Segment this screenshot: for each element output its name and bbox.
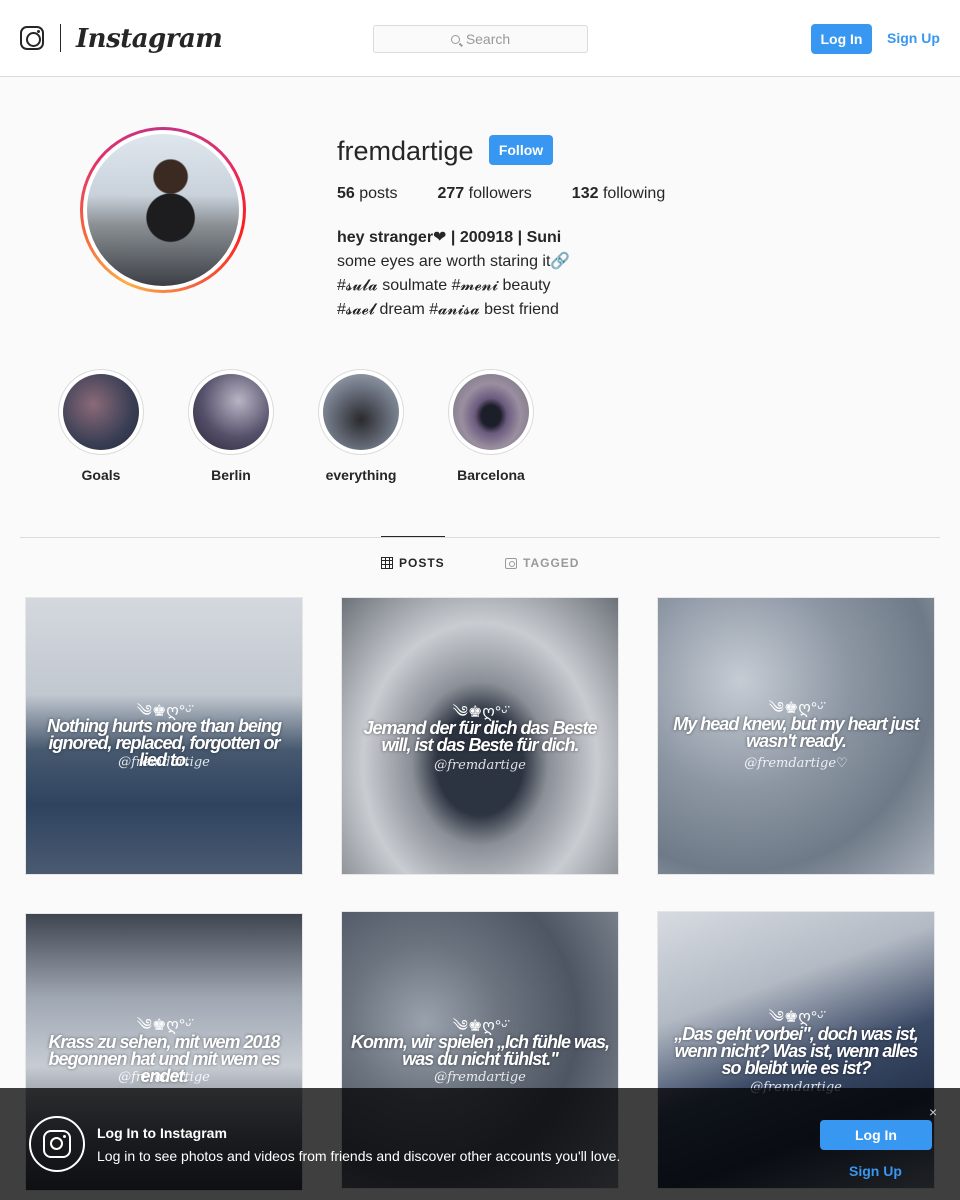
stat-followers[interactable]: 277 followers xyxy=(438,185,532,203)
highlight-label: Barcelona xyxy=(457,467,525,483)
highlight-everything[interactable]: everything xyxy=(318,369,404,483)
stat-following-label: following xyxy=(602,185,666,202)
active-tab-indicator xyxy=(381,536,445,537)
highlight-image xyxy=(453,374,529,450)
post-quote: Komm, wir spielen „Ich fühle was, was du… xyxy=(350,1032,610,1069)
highlight-label: everything xyxy=(325,467,397,483)
search-icon xyxy=(450,34,460,44)
profile-avatar-ring[interactable] xyxy=(80,127,246,293)
highlight-ring xyxy=(318,369,404,455)
tab-tagged-label: TAGGED xyxy=(523,556,580,570)
post-handle: @fremdartige xyxy=(118,1070,210,1085)
nav-divider xyxy=(60,24,61,52)
highlight-barcelona[interactable]: Barcelona xyxy=(448,369,534,483)
post-quote: „Das geht vorbei", doch was ist, wenn ni… xyxy=(674,1024,919,1078)
highlight-ring xyxy=(448,369,534,455)
top-nav: Instagram Search Log In Sign Up xyxy=(0,0,960,77)
search-placeholder: Search xyxy=(465,31,511,47)
bio-line: some eyes are worth staring it🔗 xyxy=(337,253,571,270)
tab-tagged[interactable]: TAGGED xyxy=(505,556,579,570)
tabs-divider xyxy=(20,537,940,538)
login-button[interactable]: Log In xyxy=(811,24,872,54)
post-handle: @fremdartige xyxy=(434,758,526,773)
login-banner xyxy=(0,1088,960,1200)
banner-login-button[interactable]: Log In xyxy=(820,1120,932,1150)
highlight-image xyxy=(63,374,139,450)
stat-posts-count: 56 xyxy=(337,185,355,202)
profile-avatar-frame xyxy=(83,130,243,290)
post-tile[interactable]: ༄♚ღ°ᵕ̈ Jemand der für dich das Beste wil… xyxy=(341,597,619,875)
post-tile[interactable]: ༄♚ღ°ᵕ̈ My head knew, but my heart just w… xyxy=(657,597,935,875)
post-handle: @fremdartige xyxy=(118,755,210,770)
profile-bio: hey stranger❤ | 200918 | Suni some eyes … xyxy=(337,226,570,322)
stat-posts: 56 posts xyxy=(337,185,398,203)
stat-followers-label: followers xyxy=(468,185,532,202)
highlight-berlin[interactable]: Berlin xyxy=(188,369,274,483)
profile-avatar xyxy=(87,134,239,286)
post-handle: @fremdartige♡ xyxy=(744,756,848,771)
banner-instagram-icon xyxy=(29,1116,85,1172)
banner-text: Log in to see photos and videos from fri… xyxy=(97,1148,621,1164)
highlight-label: Goals xyxy=(81,467,121,483)
instagram-camera-icon xyxy=(43,1130,71,1158)
banner-signup-link[interactable]: Sign Up xyxy=(849,1163,902,1179)
tab-posts-label: POSTS xyxy=(399,556,445,570)
signup-link[interactable]: Sign Up xyxy=(887,30,940,46)
search-input[interactable]: Search xyxy=(373,25,588,53)
profile-stats: 56 posts 277 followers 132 following xyxy=(337,185,705,203)
tagged-icon xyxy=(505,557,517,569)
highlight-ring xyxy=(188,369,274,455)
stat-following[interactable]: 132 following xyxy=(572,185,665,203)
highlight-image xyxy=(193,374,269,450)
post-handle: @fremdartige xyxy=(434,1070,526,1085)
grid-icon xyxy=(381,557,393,569)
post-quote: Jemand der für dich das Beste will, ist … xyxy=(363,718,597,755)
highlight-ring xyxy=(58,369,144,455)
bio-line[interactable]: #𝓼𝓪𝓮𝓵 dream #𝓪𝓷𝓲𝓼𝓪 best friend xyxy=(337,298,570,322)
profile-username: fremdartige xyxy=(337,136,474,166)
stat-followers-count: 277 xyxy=(437,185,465,202)
highlight-image xyxy=(323,374,399,450)
highlight-label: Berlin xyxy=(211,467,251,483)
stat-posts-label: posts xyxy=(359,185,398,202)
banner-title: Log In to Instagram xyxy=(97,1125,227,1141)
highlight-goals[interactable]: Goals xyxy=(58,369,144,483)
follow-button[interactable]: Follow xyxy=(489,135,553,165)
stat-following-count: 132 xyxy=(571,185,599,202)
tab-posts[interactable]: POSTS xyxy=(381,556,445,570)
bio-name: hey stranger❤ | 200918 | Suni xyxy=(337,229,562,246)
post-quote: My head knew, but my heart just wasn't r… xyxy=(673,714,919,751)
instagram-camera-icon[interactable] xyxy=(20,26,44,50)
post-tile[interactable]: ༄♚ღ°ᵕ̈ Nothing hurts more than being ign… xyxy=(25,597,303,875)
instagram-wordmark[interactable]: Instagram xyxy=(76,24,223,54)
story-highlights: Goals Berlin everything Barcelona xyxy=(58,369,578,483)
close-icon[interactable]: × xyxy=(929,1104,937,1120)
bio-line[interactable]: #𝓼𝓾𝓵𝓪 soulmate #𝓶𝓮𝓷𝓲 beauty xyxy=(337,274,570,298)
